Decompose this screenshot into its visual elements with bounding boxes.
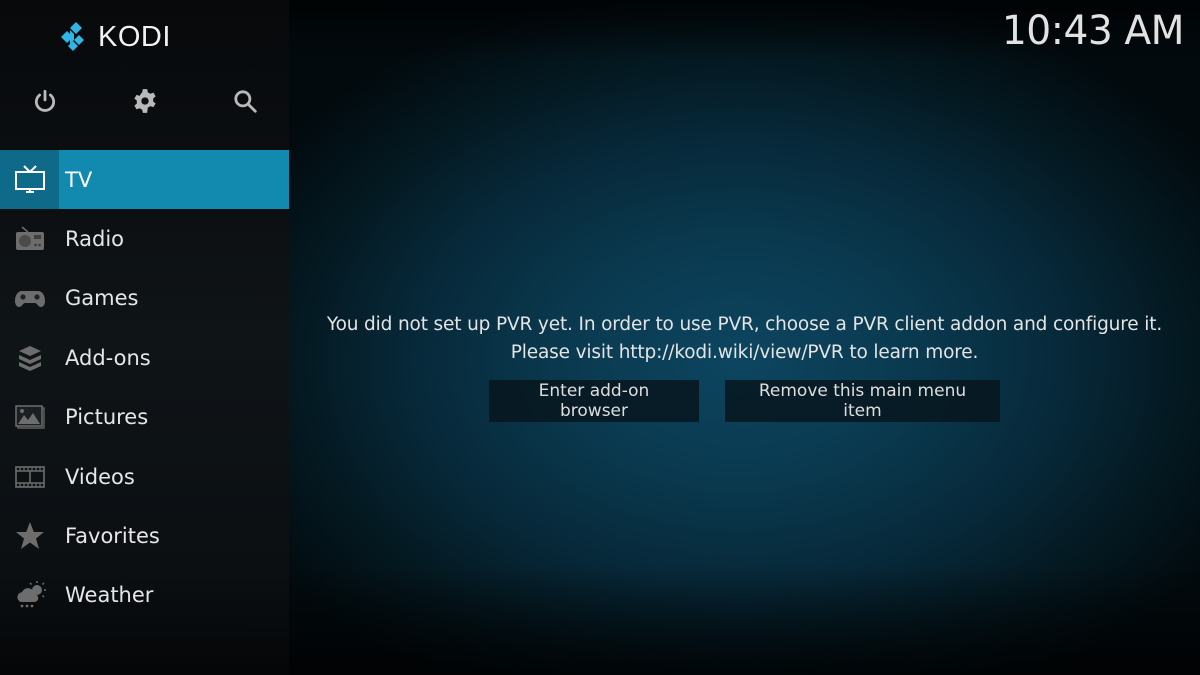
menu-item-label: Videos — [65, 464, 135, 489]
power-icon — [34, 89, 56, 112]
sidebar: KODI TV Radio Games Add-ons Pictures Vid… — [0, 0, 289, 675]
menu-item-label: Pictures — [65, 405, 149, 430]
star-icon — [15, 522, 44, 550]
menu-item-videos[interactable]: Videos — [0, 447, 289, 506]
weather-icon — [16, 581, 46, 608]
gamepad-icon — [14, 291, 45, 308]
menu-item-label: Weather — [65, 583, 154, 608]
app-name: KODI — [98, 20, 171, 53]
radio-icon — [15, 226, 44, 251]
settings-button[interactable] — [126, 82, 164, 120]
kodi-logo: KODI — [58, 20, 171, 54]
pvr-message-line-2: Please visit http://kodi.wiki/view/PVR t… — [510, 342, 979, 363]
action-buttons: Enter add-on browser Remove this main me… — [489, 380, 1000, 422]
menu-item-label: Favorites — [65, 524, 160, 549]
pvr-message-line-1: You did not set up PVR yet. In order to … — [326, 314, 1163, 335]
tv-icon — [14, 164, 45, 193]
pvr-message: You did not set up PVR yet. In order to … — [289, 311, 1200, 367]
clock: 10:43 AM — [1001, 8, 1185, 54]
box-icon — [18, 345, 41, 371]
menu-item-label: TV — [65, 167, 93, 192]
menu-item-pictures[interactable]: Pictures — [0, 388, 289, 447]
menu-item-games[interactable]: Games — [0, 269, 289, 328]
remove-menu-item-button[interactable]: Remove this main menu item — [725, 380, 1000, 422]
menu-item-label: Add-ons — [65, 345, 151, 370]
menu-item-tv[interactable]: TV — [0, 150, 289, 210]
power-button[interactable] — [26, 82, 64, 120]
menu-item-weather[interactable]: Weather — [0, 566, 289, 625]
menu-item-favorites[interactable]: Favorites — [0, 506, 289, 565]
menu-item-add-ons[interactable]: Add-ons — [0, 328, 289, 387]
top-icon-bar — [0, 82, 289, 120]
picture-icon — [14, 405, 45, 429]
menu-item-radio[interactable]: Radio — [0, 209, 289, 268]
enter-addon-browser-button[interactable]: Enter add-on browser — [489, 380, 699, 422]
gear-icon — [134, 89, 156, 113]
film-icon — [14, 465, 45, 488]
search-icon — [234, 90, 257, 113]
main-menu: TV Radio Games Add-ons Pictures Videos F… — [0, 150, 289, 625]
kodi-logo-icon — [61, 22, 84, 51]
menu-item-label: Games — [65, 286, 139, 311]
menu-item-label: Radio — [65, 227, 125, 252]
search-button[interactable] — [226, 82, 264, 120]
